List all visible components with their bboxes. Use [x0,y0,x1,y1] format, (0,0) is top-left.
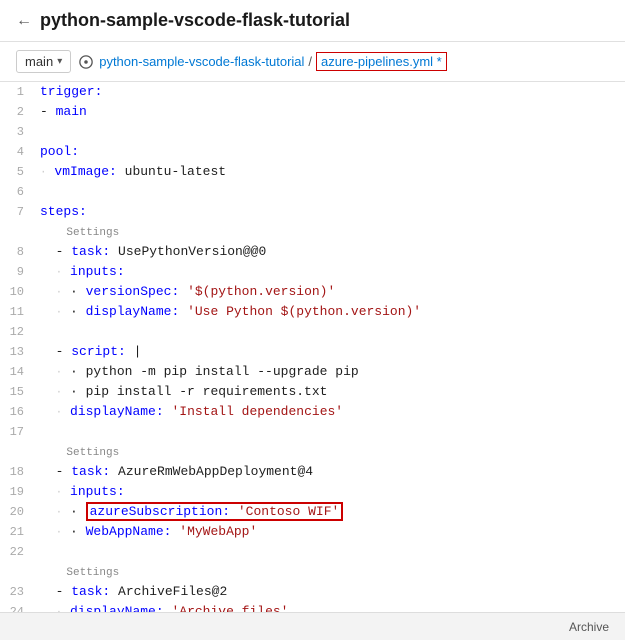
code-line: 9 · inputs: [0,262,625,282]
breadcrumb-file[interactable]: azure-pipelines.yml * [316,52,447,71]
branch-selector[interactable]: main ▾ [16,50,71,73]
line-number: 11 [0,302,36,322]
line-number: 21 [0,522,36,542]
line-number: 8 [0,242,36,262]
line-number: 14 [0,362,36,382]
line-number: 17 [0,422,36,442]
line-content: - task: UsePythonVersion@@0 [36,242,625,262]
code-line: 10 · · versionSpec: '$(python.version)' [0,282,625,302]
bottom-bar: Archive [0,612,625,640]
breadcrumb-repo-link[interactable]: python-sample-vscode-flask-tutorial [99,54,304,69]
line-number: 16 [0,402,36,422]
breadcrumb-separator: / [308,54,312,69]
line-number: 20 [0,502,36,522]
line-content: pool: [36,142,625,162]
code-line: 13 - script: | [0,342,625,362]
line-content: · · azureSubscription: 'Contoso WIF' [36,502,625,523]
code-line: 8 - task: UsePythonVersion@@0 [0,242,625,262]
line-content: trigger: [36,82,625,102]
line-content: steps: [36,202,625,222]
line-number: 2 [0,102,36,122]
toolbar: main ▾ python-sample-vscode-flask-tutori… [0,42,625,82]
code-line: Settings [0,562,625,582]
line-number: 7 [0,202,36,222]
header: ← python-sample-vscode-flask-tutorial [0,0,625,42]
line-number: 15 [0,382,36,402]
code-line: 19 · inputs: [0,482,625,502]
line-content: Settings [36,442,625,463]
code-line: 20 · · azureSubscription: 'Contoso WIF' [0,502,625,522]
code-line: 7steps: [0,202,625,222]
code-line: 23 - task: ArchiveFiles@2 [0,582,625,602]
line-content: Settings [36,562,625,583]
line-content: · displayName: 'Install dependencies' [36,402,625,423]
chevron-down-icon: ▾ [57,56,62,67]
line-number: 22 [0,542,36,562]
line-content: · · versionSpec: '$(python.version)' [36,282,625,303]
code-editor: 1trigger:2- main34pool:5· vmImage: ubunt… [0,82,625,617]
repo-icon [79,55,93,69]
line-number: 10 [0,282,36,302]
code-line: 1trigger: [0,82,625,102]
line-content: · inputs: [36,262,625,283]
code-line: Settings [0,222,625,242]
code-line: 4pool: [0,142,625,162]
code-line: 12 [0,322,625,342]
line-content: · · displayName: 'Use Python $(python.ve… [36,302,625,323]
line-content: - main [36,102,625,122]
code-line: 2- main [0,102,625,122]
code-line: 22 [0,542,625,562]
line-content: - task: AzureRmWebAppDeployment@4 [36,462,625,482]
line-content: · inputs: [36,482,625,503]
line-number: 12 [0,322,36,342]
line-content: · · python -m pip install --upgrade pip [36,362,625,383]
branch-label: main [25,54,53,69]
code-line: 5· vmImage: ubuntu-latest [0,162,625,182]
back-button[interactable]: ← [16,12,32,30]
code-line: 11 · · displayName: 'Use Python $(python… [0,302,625,322]
line-content: · · pip install -r requirements.txt [36,382,625,403]
line-number: 18 [0,462,36,482]
code-line: 6 [0,182,625,202]
code-line: 16 · displayName: 'Install dependencies' [0,402,625,422]
code-line: 17 [0,422,625,442]
line-number: 1 [0,82,36,102]
line-content: · vmImage: ubuntu-latest [36,162,625,183]
code-line: 15 · · pip install -r requirements.txt [0,382,625,402]
line-content: - script: | [36,342,625,362]
line-number: 3 [0,122,36,142]
line-number: 13 [0,342,36,362]
repo-title: python-sample-vscode-flask-tutorial [40,10,350,31]
line-content: · · WebAppName: 'MyWebApp' [36,522,625,543]
line-content: Settings [36,222,625,243]
line-number: 23 [0,582,36,602]
code-line: 3 [0,122,625,142]
line-number: 19 [0,482,36,502]
archive-label: Archive [569,620,609,634]
code-line: 21 · · WebAppName: 'MyWebApp' [0,522,625,542]
line-content: - task: ArchiveFiles@2 [36,582,625,602]
line-number: 6 [0,182,36,202]
code-line: 14 · · python -m pip install --upgrade p… [0,362,625,382]
line-number: 4 [0,142,36,162]
code-line: Settings [0,442,625,462]
line-number: 9 [0,262,36,282]
line-number: 5 [0,162,36,182]
code-line: 18 - task: AzureRmWebAppDeployment@4 [0,462,625,482]
breadcrumb: python-sample-vscode-flask-tutorial / az… [79,52,447,71]
